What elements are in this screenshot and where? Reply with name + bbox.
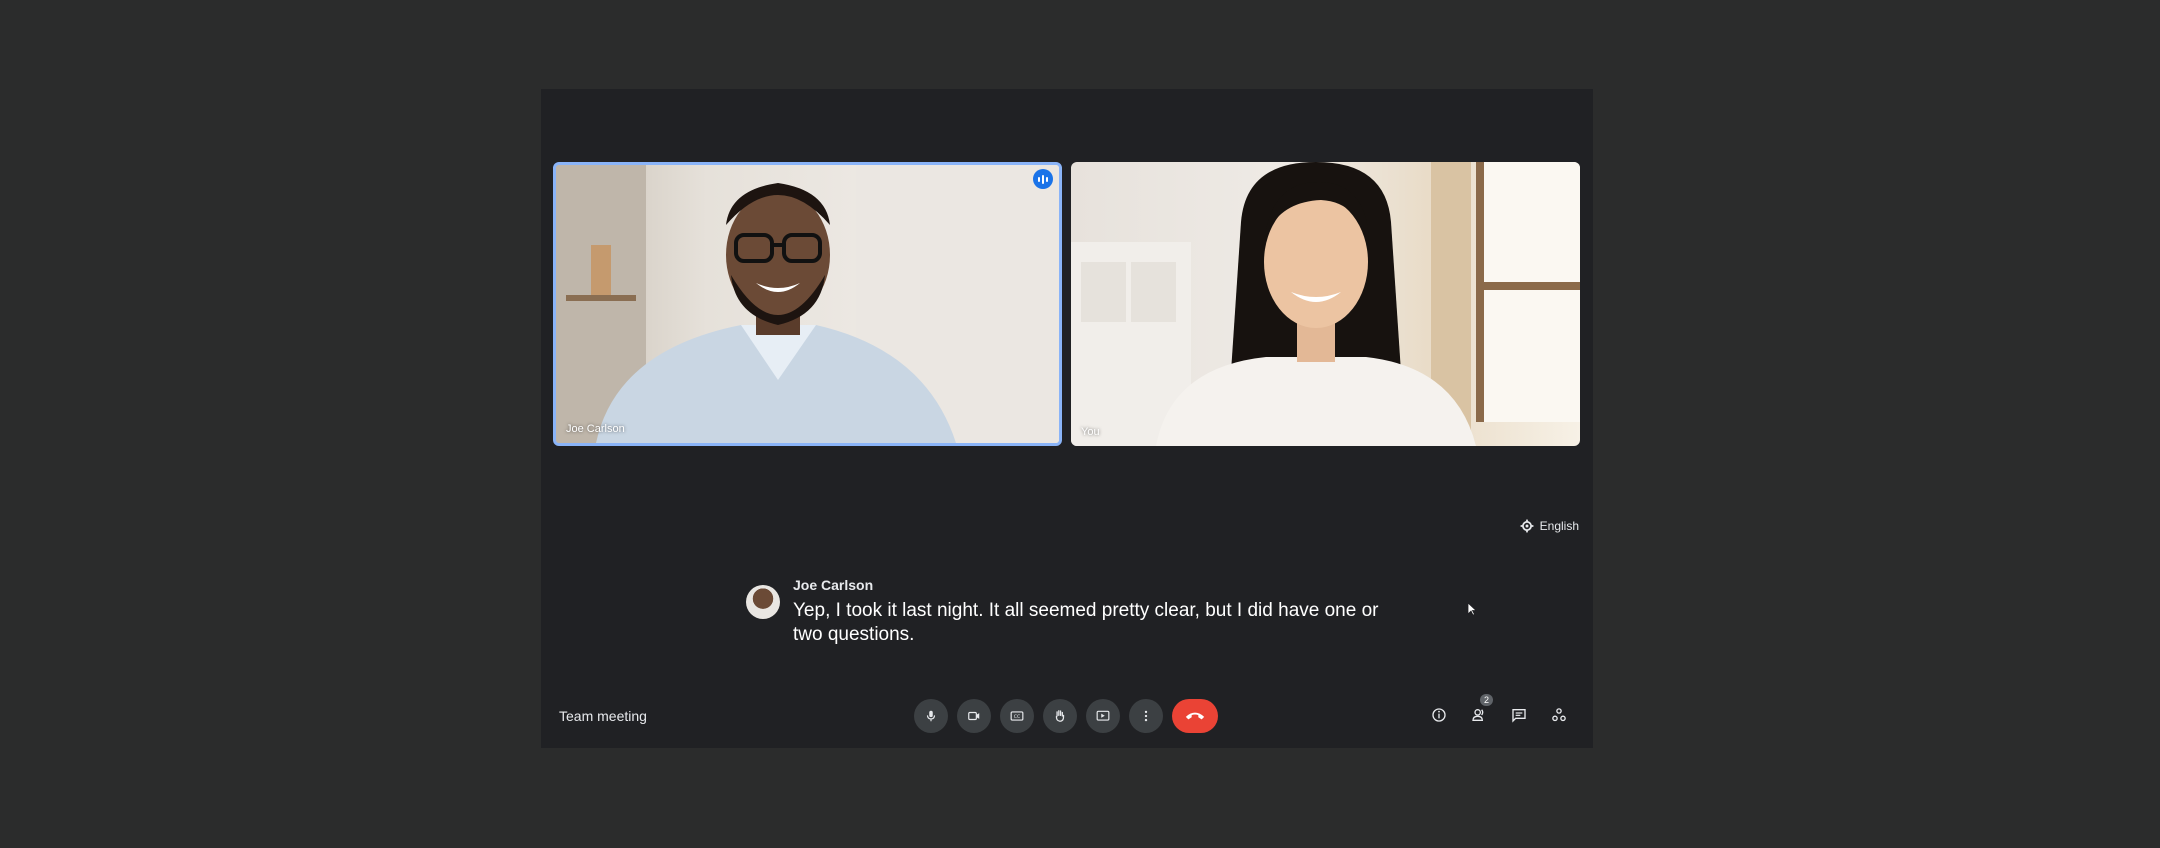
camera-icon	[968, 711, 980, 721]
participant-name: You	[1081, 426, 1100, 438]
participant-video	[1071, 162, 1580, 446]
activities-icon	[1552, 708, 1566, 722]
video-tile-you[interactable]: You	[1071, 162, 1580, 446]
people-icon	[1472, 709, 1484, 721]
avatar	[746, 585, 780, 619]
more-options-icon	[1144, 710, 1148, 722]
end-call-button[interactable]	[1172, 699, 1218, 733]
meeting-title: Team meeting	[559, 708, 647, 724]
present-icon	[1096, 710, 1110, 721]
svg-text:CC: CC	[1014, 714, 1021, 720]
caption-language-button[interactable]: English	[1520, 519, 1579, 533]
call-controls: CC	[914, 699, 1218, 733]
participant-video	[556, 165, 1059, 443]
caption-language-label: English	[1539, 519, 1579, 533]
meeting-details-button[interactable]	[1427, 703, 1451, 727]
side-controls: 2	[1427, 694, 1571, 727]
settings-icon	[1520, 519, 1534, 533]
caption-speaker-name: Joe Carlson	[793, 577, 874, 593]
video-tile-joe-carlson[interactable]: Joe Carlson	[553, 162, 1062, 446]
chat-icon	[1512, 709, 1526, 723]
captions-button[interactable]: CC	[1000, 699, 1034, 733]
end-call-icon	[1185, 712, 1205, 720]
people-count-badge: 2	[1479, 694, 1493, 706]
participant-name: Joe Carlson	[566, 423, 625, 435]
raise-hand-button[interactable]	[1043, 699, 1077, 733]
meet-window: Joe Carlson You English Joe Carlson Yep,…	[541, 89, 1593, 748]
chat-button[interactable]	[1507, 703, 1531, 727]
mic-icon	[926, 710, 936, 722]
speaking-indicator-icon	[1033, 169, 1053, 189]
mouse-cursor-icon	[1467, 602, 1477, 616]
caption-text: Yep, I took it last night. It all seemed…	[793, 600, 1379, 645]
info-icon	[1432, 708, 1446, 722]
present-button[interactable]	[1086, 699, 1120, 733]
mic-button[interactable]	[914, 699, 948, 733]
camera-button[interactable]	[957, 699, 991, 733]
more-options-button[interactable]	[1129, 699, 1163, 733]
people-button[interactable]: 2	[1467, 694, 1493, 727]
captions-icon: CC	[1010, 711, 1024, 721]
activities-button[interactable]	[1547, 703, 1571, 727]
raise-hand-icon	[1055, 710, 1065, 722]
